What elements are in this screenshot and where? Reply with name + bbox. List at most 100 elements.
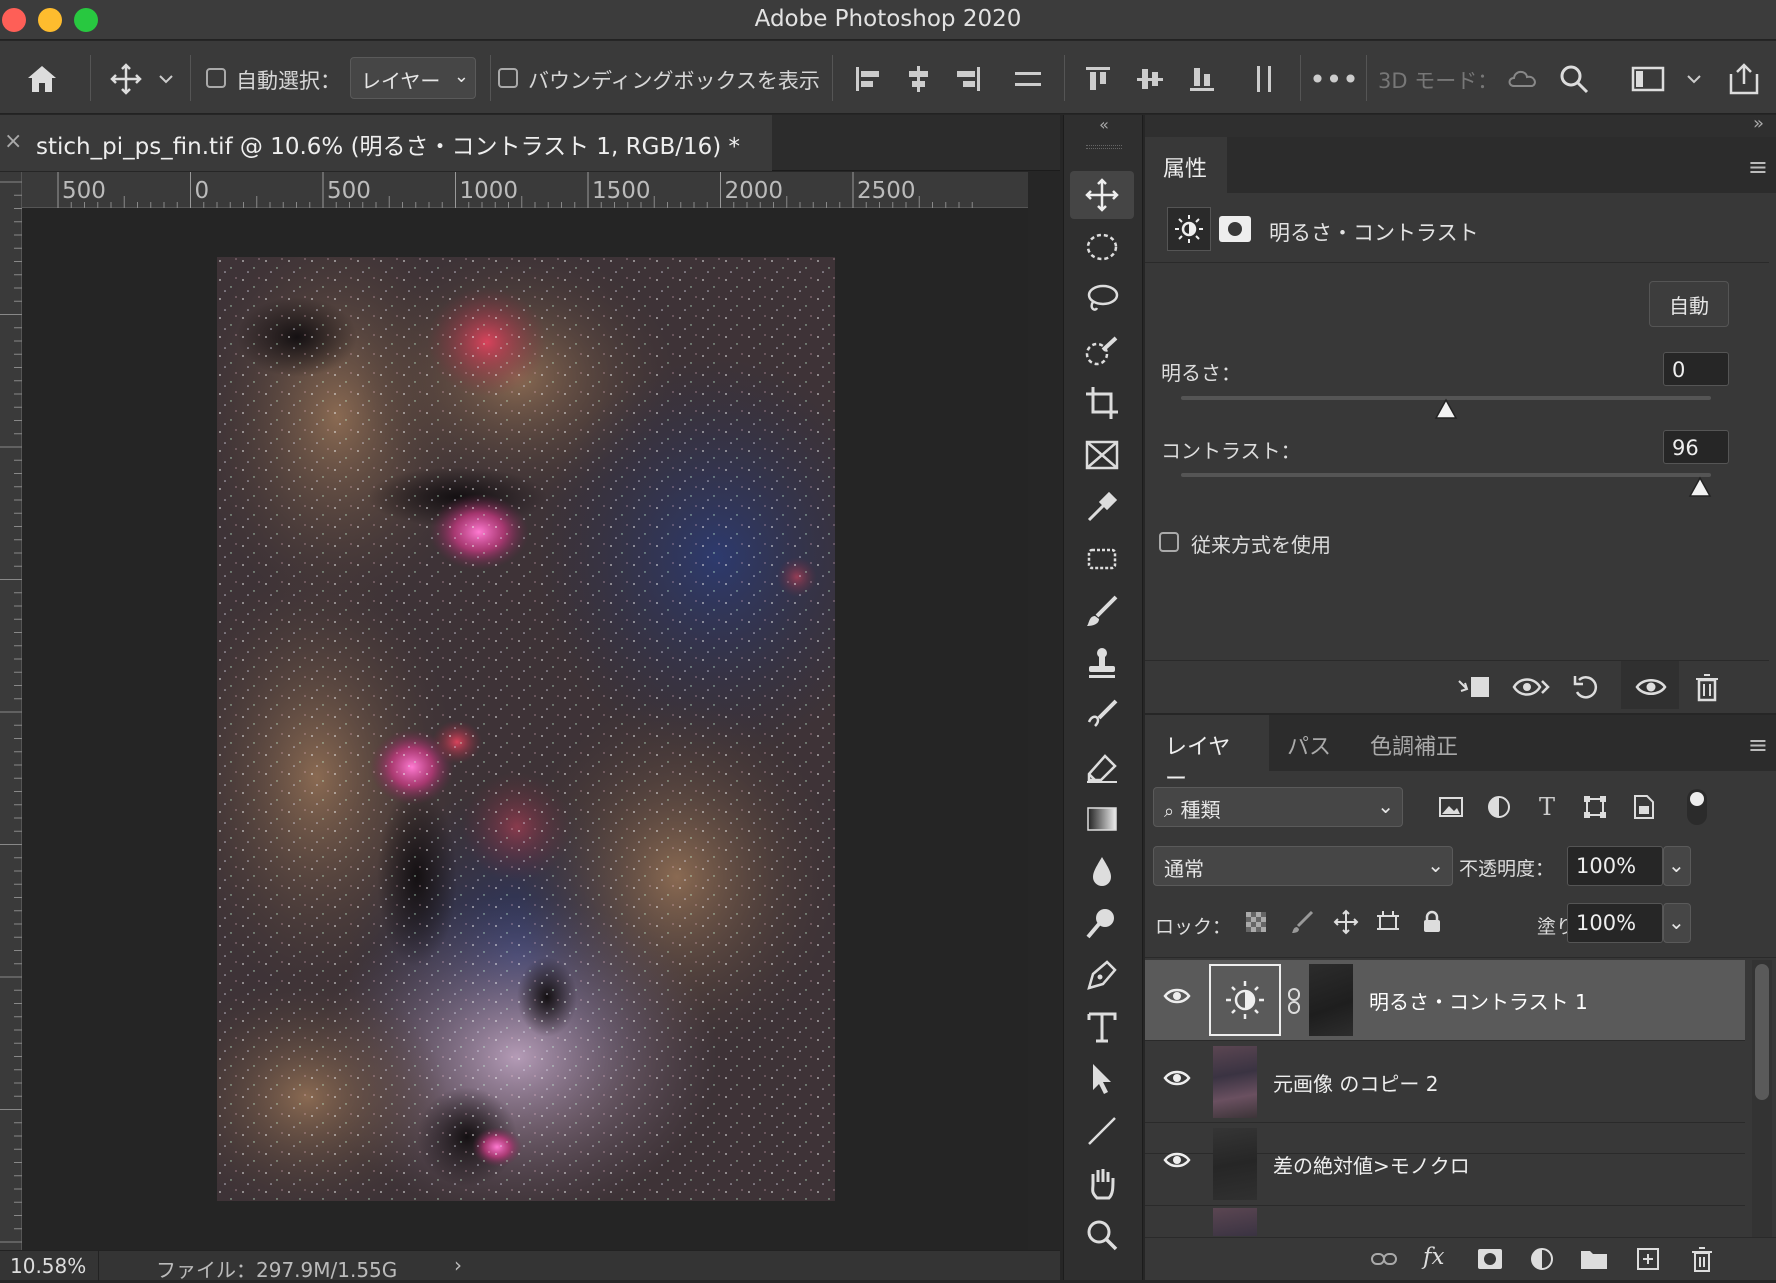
healing-tool-icon[interactable] [1070, 535, 1134, 583]
layer-thumbnail[interactable] [1213, 1046, 1257, 1118]
eye-icon[interactable] [1163, 986, 1191, 1014]
distribute-vertical-icon[interactable] [1246, 61, 1282, 97]
history-brush-tool-icon[interactable] [1070, 691, 1134, 739]
document-tab[interactable]: × stich_pi_ps_fin.tif @ 10.6% (明るさ・コントラス… [0, 115, 772, 171]
add-mask-icon[interactable] [1473, 1244, 1507, 1274]
move-icon[interactable] [104, 59, 148, 99]
gradient-tool-icon[interactable] [1070, 795, 1134, 843]
pen-tool-icon[interactable] [1070, 951, 1134, 999]
mask-thumbnail[interactable] [1309, 964, 1353, 1036]
auto-select-target-dropdown[interactable]: レイヤー ⌄ [350, 57, 476, 99]
view-previous-icon[interactable] [1511, 669, 1551, 705]
layer-row-copy2[interactable]: 元画像 のコピー 2 [1145, 1042, 1745, 1123]
distribute-icon[interactable] [1010, 61, 1046, 97]
zoom-level[interactable]: 10.58% [10, 1254, 86, 1278]
brush-tool-icon[interactable] [1070, 587, 1134, 635]
align-middle-icon[interactable] [1132, 61, 1168, 97]
layers-scrollbar-thumb[interactable] [1755, 964, 1769, 1100]
eraser-tool-icon[interactable] [1070, 743, 1134, 791]
lock-pixels-icon[interactable] [1287, 907, 1317, 937]
filter-type-icon[interactable]: T [1531, 791, 1563, 823]
align-right-icon[interactable] [950, 61, 986, 97]
tab-properties[interactable]: 属性 [1145, 137, 1227, 193]
auto-button[interactable]: 自動 [1649, 281, 1729, 327]
blur-tool-icon[interactable] [1070, 847, 1134, 895]
tab-paths[interactable]: パス [1287, 729, 1331, 761]
close-tab-icon[interactable]: × [4, 129, 22, 154]
lock-artboard-icon[interactable] [1373, 907, 1403, 937]
chevron-down-icon[interactable] [156, 69, 176, 89]
adjustment-layer-icon[interactable] [1525, 1244, 1559, 1274]
filter-shape-icon[interactable] [1579, 791, 1611, 823]
align-top-icon[interactable] [1080, 61, 1116, 97]
reset-icon[interactable] [1567, 669, 1607, 705]
align-center-icon[interactable] [900, 61, 936, 97]
chevron-down-icon[interactable] [1684, 69, 1704, 89]
search-icon[interactable] [1554, 61, 1594, 97]
layer-filter-dropdown[interactable]: ⌕ 種類 ⌄ [1153, 787, 1403, 827]
opacity-input[interactable]: 100% [1567, 846, 1663, 886]
auto-select-checkbox[interactable] [206, 68, 226, 88]
collapse-icon[interactable]: « [1064, 115, 1144, 137]
tab-layers[interactable]: レイヤー [1145, 715, 1269, 792]
fill-input[interactable]: 100% [1567, 903, 1663, 943]
lasso-tool-icon[interactable] [1070, 275, 1134, 323]
type-tool-icon[interactable] [1070, 1003, 1134, 1051]
contrast-slider-thumb[interactable] [1688, 476, 1712, 502]
layer-row-difference[interactable]: 差の絶対値>モノクロ [1145, 1124, 1745, 1206]
new-layer-icon[interactable] [1631, 1244, 1665, 1274]
dodge-tool-icon[interactable] [1070, 899, 1134, 947]
layer-row-brightness[interactable]: 明るさ・コントラスト 1 [1145, 960, 1745, 1041]
home-icon[interactable] [20, 59, 64, 99]
marquee-tool-icon[interactable] [1070, 223, 1134, 271]
legacy-checkbox[interactable] [1159, 532, 1179, 552]
layers-menu-icon[interactable]: ≡ [1748, 731, 1768, 759]
filter-pixel-icon[interactable] [1435, 791, 1467, 823]
contrast-slider-track[interactable] [1181, 473, 1711, 477]
eye-icon[interactable] [1163, 1068, 1191, 1096]
show-bbox-checkbox[interactable] [498, 68, 518, 88]
layer-thumbnail[interactable] [1213, 1128, 1257, 1200]
workspace-icon[interactable] [1628, 61, 1668, 97]
expand-icon[interactable]: » [1753, 113, 1764, 134]
contrast-input[interactable]: 96 [1663, 430, 1729, 464]
properties-menu-icon[interactable]: ≡ [1748, 153, 1768, 181]
brightness-input[interactable]: 0 [1663, 352, 1729, 386]
link-icon[interactable] [1287, 988, 1301, 1014]
quick-select-tool-icon[interactable] [1070, 327, 1134, 375]
hand-tool-icon[interactable] [1070, 1159, 1134, 1207]
tab-adjustments[interactable]: 色調補正 [1370, 729, 1458, 761]
lock-transparent-icon[interactable] [1241, 907, 1271, 937]
trash-icon[interactable] [1687, 669, 1727, 705]
lock-all-icon[interactable] [1417, 907, 1447, 937]
fill-dropdown[interactable]: ⌄ [1663, 903, 1691, 943]
crop-tool-icon[interactable] [1070, 379, 1134, 427]
align-left-icon[interactable] [850, 61, 886, 97]
clip-to-layer-icon[interactable] [1453, 669, 1493, 705]
filter-smart-object-icon[interactable] [1627, 791, 1659, 823]
filter-toggle[interactable] [1687, 789, 1707, 825]
align-bottom-icon[interactable] [1184, 61, 1220, 97]
blend-mode-dropdown[interactable]: 通常 ⌄ [1153, 846, 1453, 886]
status-arrow-icon[interactable]: › [454, 1253, 462, 1277]
more-icon[interactable]: ••• [1309, 61, 1359, 97]
trash-icon[interactable] [1685, 1244, 1719, 1274]
fx-icon[interactable]: fx [1423, 1244, 1444, 1270]
share-icon[interactable] [1724, 59, 1764, 99]
brightness-slider-thumb[interactable] [1434, 398, 1458, 424]
stamp-tool-icon[interactable] [1070, 639, 1134, 687]
eye-icon[interactable] [1163, 1150, 1191, 1178]
layers-scrollbar[interactable] [1752, 960, 1772, 1250]
opacity-dropdown[interactable]: ⌄ [1663, 846, 1691, 886]
milky-way-image[interactable] [217, 257, 835, 1201]
3d-orbit-icon[interactable] [1504, 61, 1544, 97]
link-icon[interactable] [1367, 1244, 1401, 1274]
eyedropper-tool-icon[interactable] [1070, 483, 1134, 531]
filter-adjustment-icon[interactable] [1483, 791, 1515, 823]
move-tool-icon[interactable] [1070, 171, 1134, 219]
folder-icon[interactable] [1577, 1244, 1611, 1274]
zoom-tool-icon[interactable] [1070, 1211, 1134, 1259]
lock-position-icon[interactable] [1331, 907, 1361, 937]
adjustment-thumbnail[interactable] [1209, 964, 1281, 1036]
frame-tool-icon[interactable] [1070, 431, 1134, 479]
